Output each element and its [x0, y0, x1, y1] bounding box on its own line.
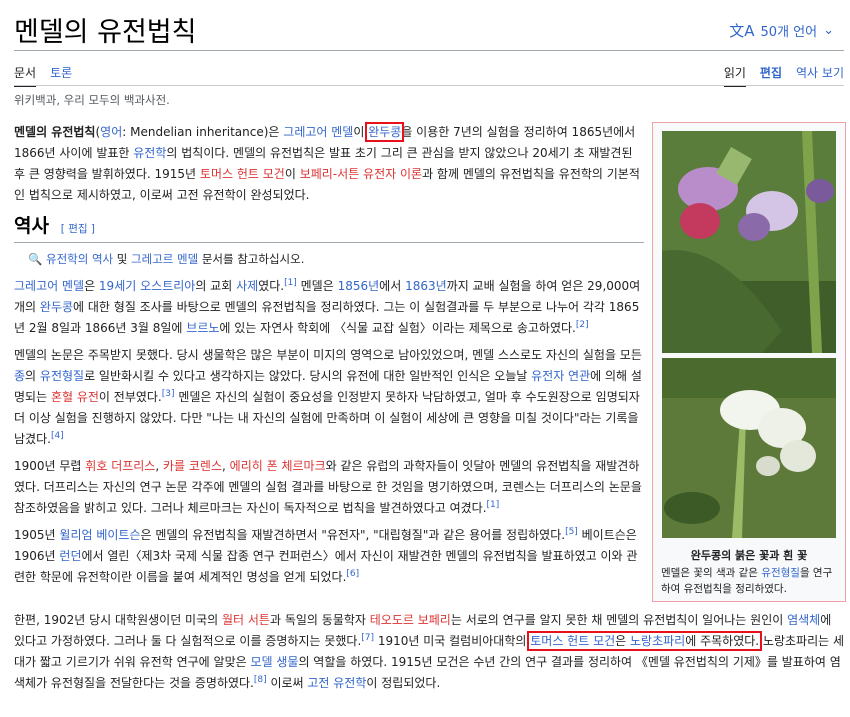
tab-read[interactable]: 읽기 — [723, 64, 746, 87]
hatnote: 🔍 유전학의 역사 및 그레고르 멘델 문서를 참고하십시오. — [28, 252, 305, 266]
white-pea-flower-image[interactable] — [662, 358, 836, 538]
infobox-caption-title: 완두콩의 붉은 꽃과 흰 꽃 — [690, 549, 808, 562]
intro-paragraph: 멘델의 유전법칙(영어: Mendelian inheritance)은 그레고… — [14, 122, 640, 202]
language-button[interactable]: 文A 50개 언어 ⌄ — [729, 20, 834, 41]
search-icon: 🔍 — [28, 252, 43, 266]
tab-article[interactable]: 문서 — [14, 64, 37, 87]
article-body: 멘델의 유전법칙(영어: Mendelian inheritance)은 그레고… — [14, 122, 644, 594]
highlighted-morgan-sentence: 토머스 헌트 모건은 노랑초파리에 주목하였다. — [527, 631, 763, 651]
tab-talk[interactable]: 토론 — [50, 64, 72, 87]
translate-icon: 文A — [729, 22, 755, 40]
infobox-caption: 멘델은 꽃의 색과 같은 유전형질을 연구하여 유전법칙을 정리하였다. — [661, 567, 833, 595]
chevron-down-icon: ⌄ — [823, 23, 834, 38]
purple-pea-flower-image[interactable] — [662, 131, 836, 353]
tab-history[interactable]: 역사 보기 — [796, 64, 844, 87]
tab-edit[interactable]: 편집 — [760, 64, 782, 87]
link-pea[interactable]: 완두콩 — [365, 122, 405, 142]
section-edit-link[interactable]: [ 편집 ] — [61, 223, 95, 235]
article-body-lower: 한편, 1902년 당시 대학원생이던 미국의 월터 서튼과 독일의 동물학자 … — [14, 613, 845, 690]
section-history: 역사 [ 편집 ] — [14, 216, 644, 243]
page-title: 멘델의 유전법칙 — [14, 17, 197, 48]
tagline: 위키백과, 우리 모두의 백과사전. — [14, 93, 170, 107]
infobox: 완두콩의 붉은 꽃과 흰 꽃 멘델은 꽃의 색과 같은 유전형질을 연구하여 유… — [652, 122, 846, 602]
